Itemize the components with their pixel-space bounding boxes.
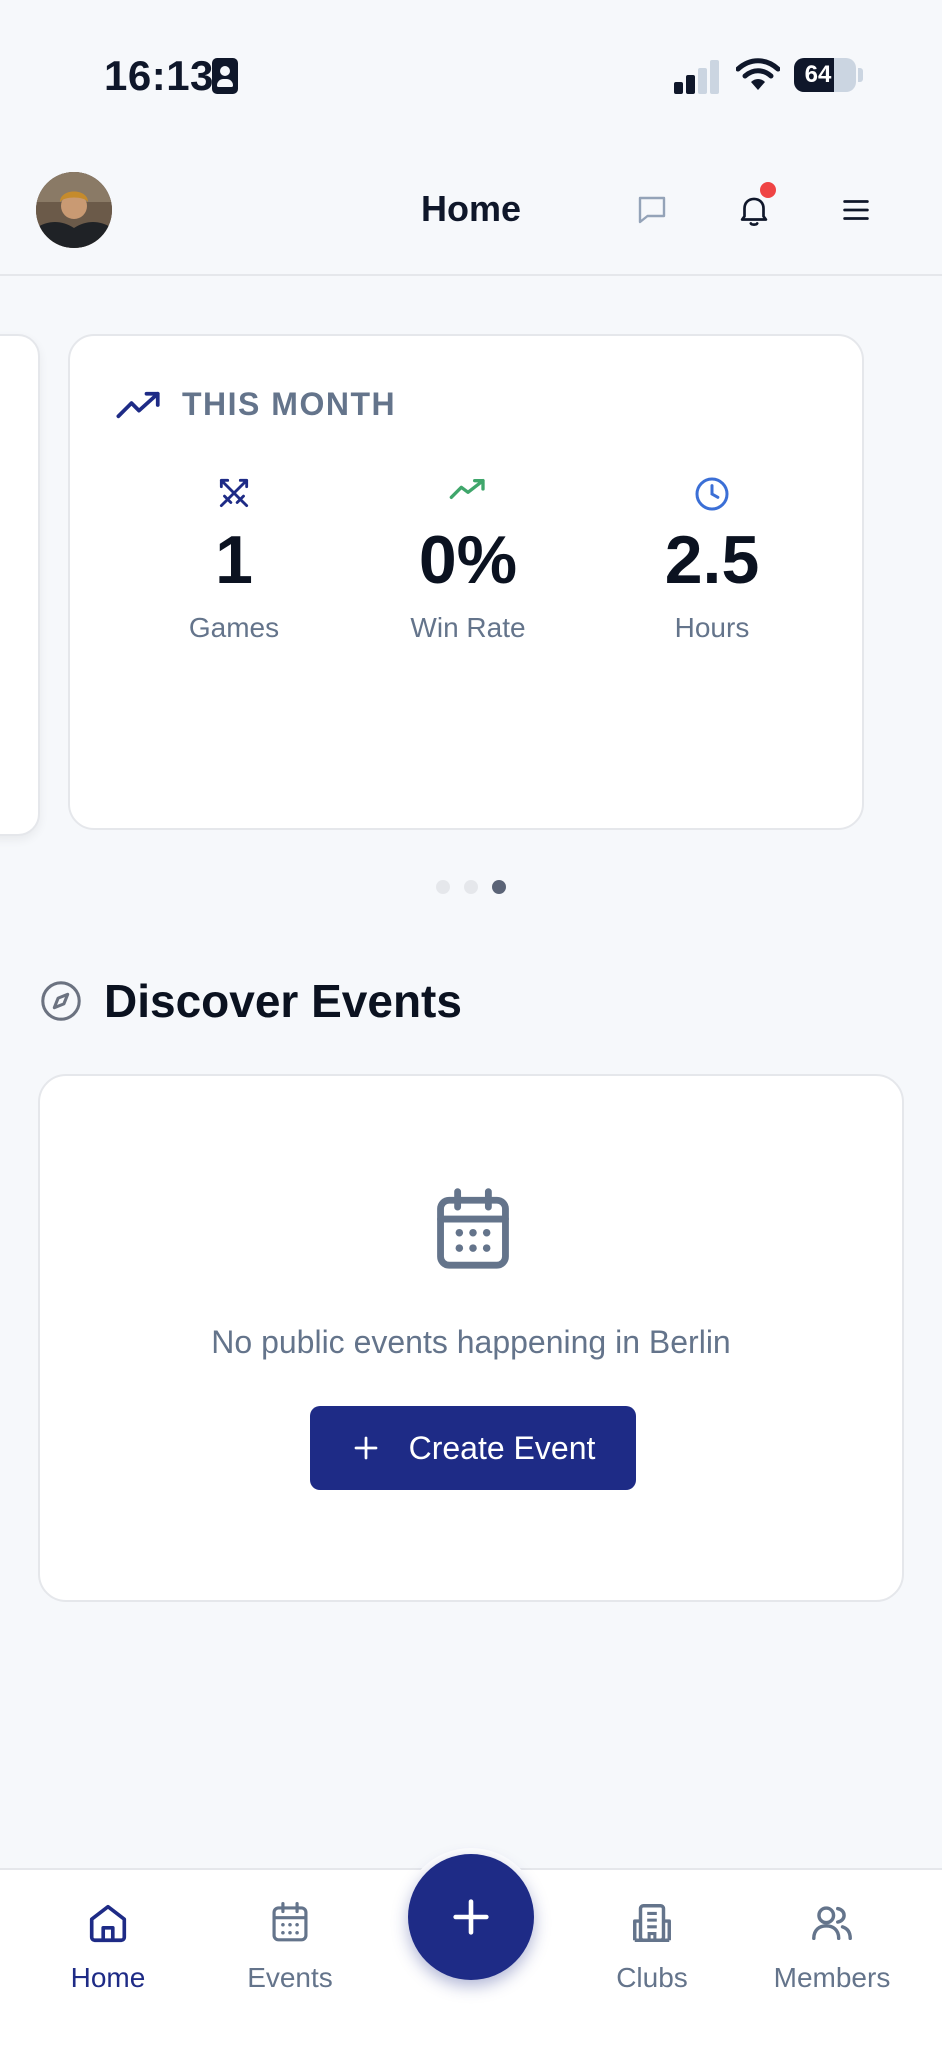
stat-value: 2.5 — [664, 522, 760, 598]
carousel-pagination — [0, 880, 942, 894]
empty-state-text: No public events happening in Berlin — [211, 1324, 731, 1360]
nav-members[interactable]: Members — [752, 1900, 912, 1994]
previous-stats-card[interactable] — [0, 334, 40, 836]
nav-home[interactable]: Home — [28, 1900, 188, 1994]
home-icon — [89, 1904, 127, 1943]
page-title: Home — [420, 188, 522, 229]
carousel-dot[interactable] — [464, 880, 478, 894]
hamburger-menu-icon — [843, 200, 869, 220]
battery-indicator: 64 — [794, 58, 856, 92]
stats-card-title: THIS MONTH — [182, 386, 397, 422]
create-event-button[interactable]: Create Event — [310, 1406, 636, 1490]
app-header: Home — [0, 150, 942, 276]
this-month-stats-card[interactable]: THIS MONTH 1 Games 0% Win Rate 2.5 Hours — [68, 334, 864, 830]
calendar-icon — [272, 1901, 308, 1942]
add-fab-button[interactable] — [408, 1854, 534, 1980]
user-avatar-photo — [36, 172, 112, 248]
menu-button[interactable] — [830, 184, 882, 236]
nav-label: Members — [773, 1962, 891, 1993]
trending-up-icon — [449, 479, 485, 500]
notification-badge — [760, 182, 776, 198]
stat-hours: 2.5 Hours — [602, 474, 822, 644]
clock-icon — [695, 477, 729, 511]
user-avatar[interactable] — [36, 172, 112, 248]
stats-card-header: THIS MONTH — [116, 386, 396, 423]
carousel-dot-active[interactable] — [492, 880, 506, 894]
stat-games: 1 Games — [124, 474, 344, 644]
plus-icon — [354, 1436, 377, 1460]
nav-label: Home — [70, 1962, 146, 1993]
battery-percentage: 64 — [804, 61, 832, 88]
stat-label: Hours — [674, 612, 750, 643]
calendar-icon — [437, 1188, 509, 1269]
status-bar: 16:13 64 — [0, 0, 942, 150]
cellular-signal-icon — [674, 60, 720, 94]
events-empty-state-card: No public events happening in Berlin Cre… — [38, 1074, 904, 1602]
stat-value: 0% — [418, 522, 518, 598]
chat-bubble-icon — [638, 196, 666, 224]
plus-icon — [453, 1899, 489, 1935]
nav-events[interactable]: Events — [210, 1900, 370, 1994]
section-title: Discover Events — [104, 975, 462, 1027]
crossed-swords-icon — [219, 478, 249, 508]
discover-events-header: Discover Events — [38, 974, 462, 1028]
create-event-label: Create Event — [408, 1429, 596, 1466]
stat-label: Win Rate — [410, 612, 526, 643]
nav-label: Events — [247, 1962, 333, 1993]
stat-win-rate: 0% Win Rate — [358, 474, 578, 644]
nav-label: Clubs — [616, 1962, 688, 1993]
contact-card-icon — [212, 58, 238, 94]
stat-value: 1 — [215, 522, 253, 598]
chat-button[interactable] — [626, 184, 678, 236]
battery-tip — [858, 68, 863, 82]
status-time: 16:13 — [104, 52, 214, 99]
notifications-button[interactable] — [728, 182, 780, 236]
compass-icon — [41, 981, 81, 1021]
carousel-dot[interactable] — [436, 880, 450, 894]
trending-up-icon — [116, 391, 160, 418]
stat-label: Games — [188, 612, 280, 643]
users-icon — [812, 1906, 852, 1941]
nav-clubs[interactable]: Clubs — [572, 1900, 732, 1994]
wifi-icon — [736, 58, 780, 90]
building-icon — [633, 1904, 671, 1942]
